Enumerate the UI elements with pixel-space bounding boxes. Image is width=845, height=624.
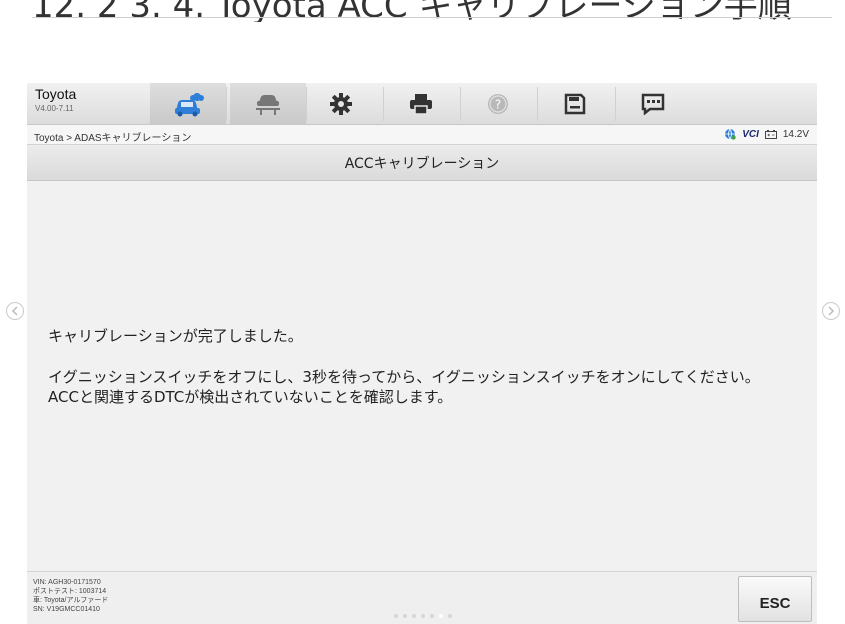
car-lift-icon: [256, 95, 280, 115]
esc-button[interactable]: ESC: [738, 576, 812, 622]
vehicle-cloud-button[interactable]: [150, 83, 226, 125]
message-button[interactable]: [615, 83, 691, 125]
page-dot[interactable]: [439, 614, 443, 618]
print-button[interactable]: [383, 83, 459, 125]
dtc-check-instruction: ACCと関連するDTCが検出されていないことを確認します。: [48, 388, 453, 406]
page-indicator: [394, 614, 452, 618]
toolbar-separator: [226, 87, 227, 121]
chevron-right-icon: [828, 306, 835, 316]
page-heading: 12. 2 3. 4. Toyota ACC キャリブレーション手順: [0, 0, 845, 22]
breadcrumb-bar: Toyota > ADASキャリブレーション VCI 14.2V: [27, 125, 817, 145]
instruction-message: イグニッションスイッチをオフにし、3秒を待ってから、イグニッションスイッチをオン…: [48, 367, 798, 407]
next-page-arrow[interactable]: [822, 302, 840, 320]
page-heading-text: 12. 2 3. 4. Toyota ACC キャリブレーション手順: [32, 0, 792, 22]
help-icon: ?: [488, 94, 508, 114]
network-globe-icon: [725, 128, 736, 140]
battery-icon: [764, 129, 777, 139]
vehicle-info: VIN: AGH30-0171570 ポストテスト: 1003714 車: To…: [33, 578, 108, 614]
page-dot[interactable]: [448, 614, 452, 618]
footer-bar: VIN: AGH30-0171570 ポストテスト: 1003714 車: To…: [27, 571, 817, 624]
message-icon: [641, 93, 665, 115]
screen-title: ACCキャリブレーション: [344, 155, 500, 172]
save-icon: [564, 93, 586, 115]
divider: [32, 17, 832, 18]
previous-page-arrow[interactable]: [6, 302, 24, 320]
gear-icon: [330, 93, 352, 115]
vehicle-cloud-icon: [175, 93, 204, 117]
settings-button[interactable]: [303, 83, 379, 125]
breadcrumb: Toyota > ADASキャリブレーション: [34, 133, 192, 144]
message-panel: キャリブレーションが完了しました。 イグニッションスイッチをオフにし、3秒を待っ…: [27, 181, 817, 571]
vin-text: VIN: AGH30-0171570: [33, 579, 101, 586]
svg-text:?: ?: [495, 98, 501, 112]
page-dot[interactable]: [412, 614, 416, 618]
top-toolbar: Toyota V4.00-7.11 ?: [27, 83, 817, 125]
software-version: V4.00-7.11: [35, 104, 74, 113]
page-dot[interactable]: [394, 614, 398, 618]
diagnostic-screen: Toyota V4.00-7.11 ? Toyota > ADASキャリブレーシ…: [27, 83, 817, 624]
screen-title-bar: ACCキャリブレーション: [27, 145, 817, 181]
vehicle-model-text: 車: Toyota/アルファード: [33, 597, 109, 604]
ignition-instruction: イグニッションスイッチをオフにし、3秒を待ってから、イグニッションスイッチをオン…: [48, 368, 760, 386]
help-button[interactable]: ?: [460, 83, 536, 125]
post-test-text: ポストテスト: 1003714: [33, 588, 107, 595]
vci-label: VCI: [742, 128, 759, 140]
completion-message: キャリブレーションが完了しました。: [48, 327, 303, 345]
vci-connection-status: VCI: [742, 129, 759, 140]
page-dot[interactable]: [430, 614, 434, 618]
page-dot[interactable]: [403, 614, 407, 618]
brand-block: Toyota V4.00-7.11: [35, 86, 76, 113]
car-lift-button[interactable]: [230, 83, 306, 125]
printer-icon: [410, 94, 432, 115]
status-area: VCI 14.2V: [724, 128, 809, 140]
chevron-left-icon: [11, 306, 18, 316]
save-button[interactable]: [537, 83, 613, 125]
brand-name: Toyota: [35, 86, 77, 102]
serial-number-text: SN: V19GMCC01410: [33, 606, 100, 613]
battery-voltage: 14.2V: [782, 128, 809, 140]
page-dot[interactable]: [421, 614, 425, 618]
